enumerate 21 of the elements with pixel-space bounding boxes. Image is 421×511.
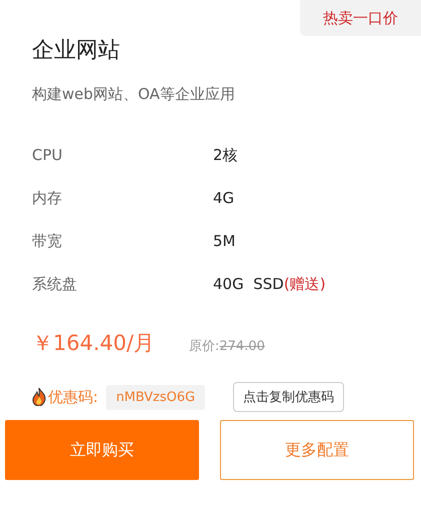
product-description: 构建web网站、OA等企业应用: [32, 84, 236, 104]
spec-label: 带宽: [32, 232, 63, 250]
spec-label: CPU: [32, 146, 64, 164]
original-price-label: 原价:: [189, 338, 220, 355]
original-price: 274.00: [219, 339, 265, 354]
spec-value: 5M: [213, 232, 236, 250]
spec-label: 内存: [32, 188, 63, 208]
more-config-button[interactable]: 更多配置: [220, 420, 414, 480]
coupon-label: 优惠码:: [48, 388, 98, 406]
spec-value: 4G: [213, 189, 234, 207]
spec-label: 系统盘: [32, 274, 78, 294]
buy-now-button[interactable]: 立即购买: [5, 420, 199, 480]
spec-note: (赠送): [284, 274, 326, 294]
spec-value: 2核: [213, 146, 238, 164]
hot-sale-badge: 热卖一口价: [300, 0, 421, 36]
product-title: 企业网站: [32, 37, 121, 65]
flame-icon: [32, 388, 46, 406]
coupon-code: nMBVzsO6G: [106, 384, 206, 410]
spec-value: 40G SSD: [213, 275, 284, 293]
copy-coupon-button[interactable]: 点击复制优惠码: [233, 382, 344, 412]
price: ￥164.40/月: [32, 330, 156, 357]
